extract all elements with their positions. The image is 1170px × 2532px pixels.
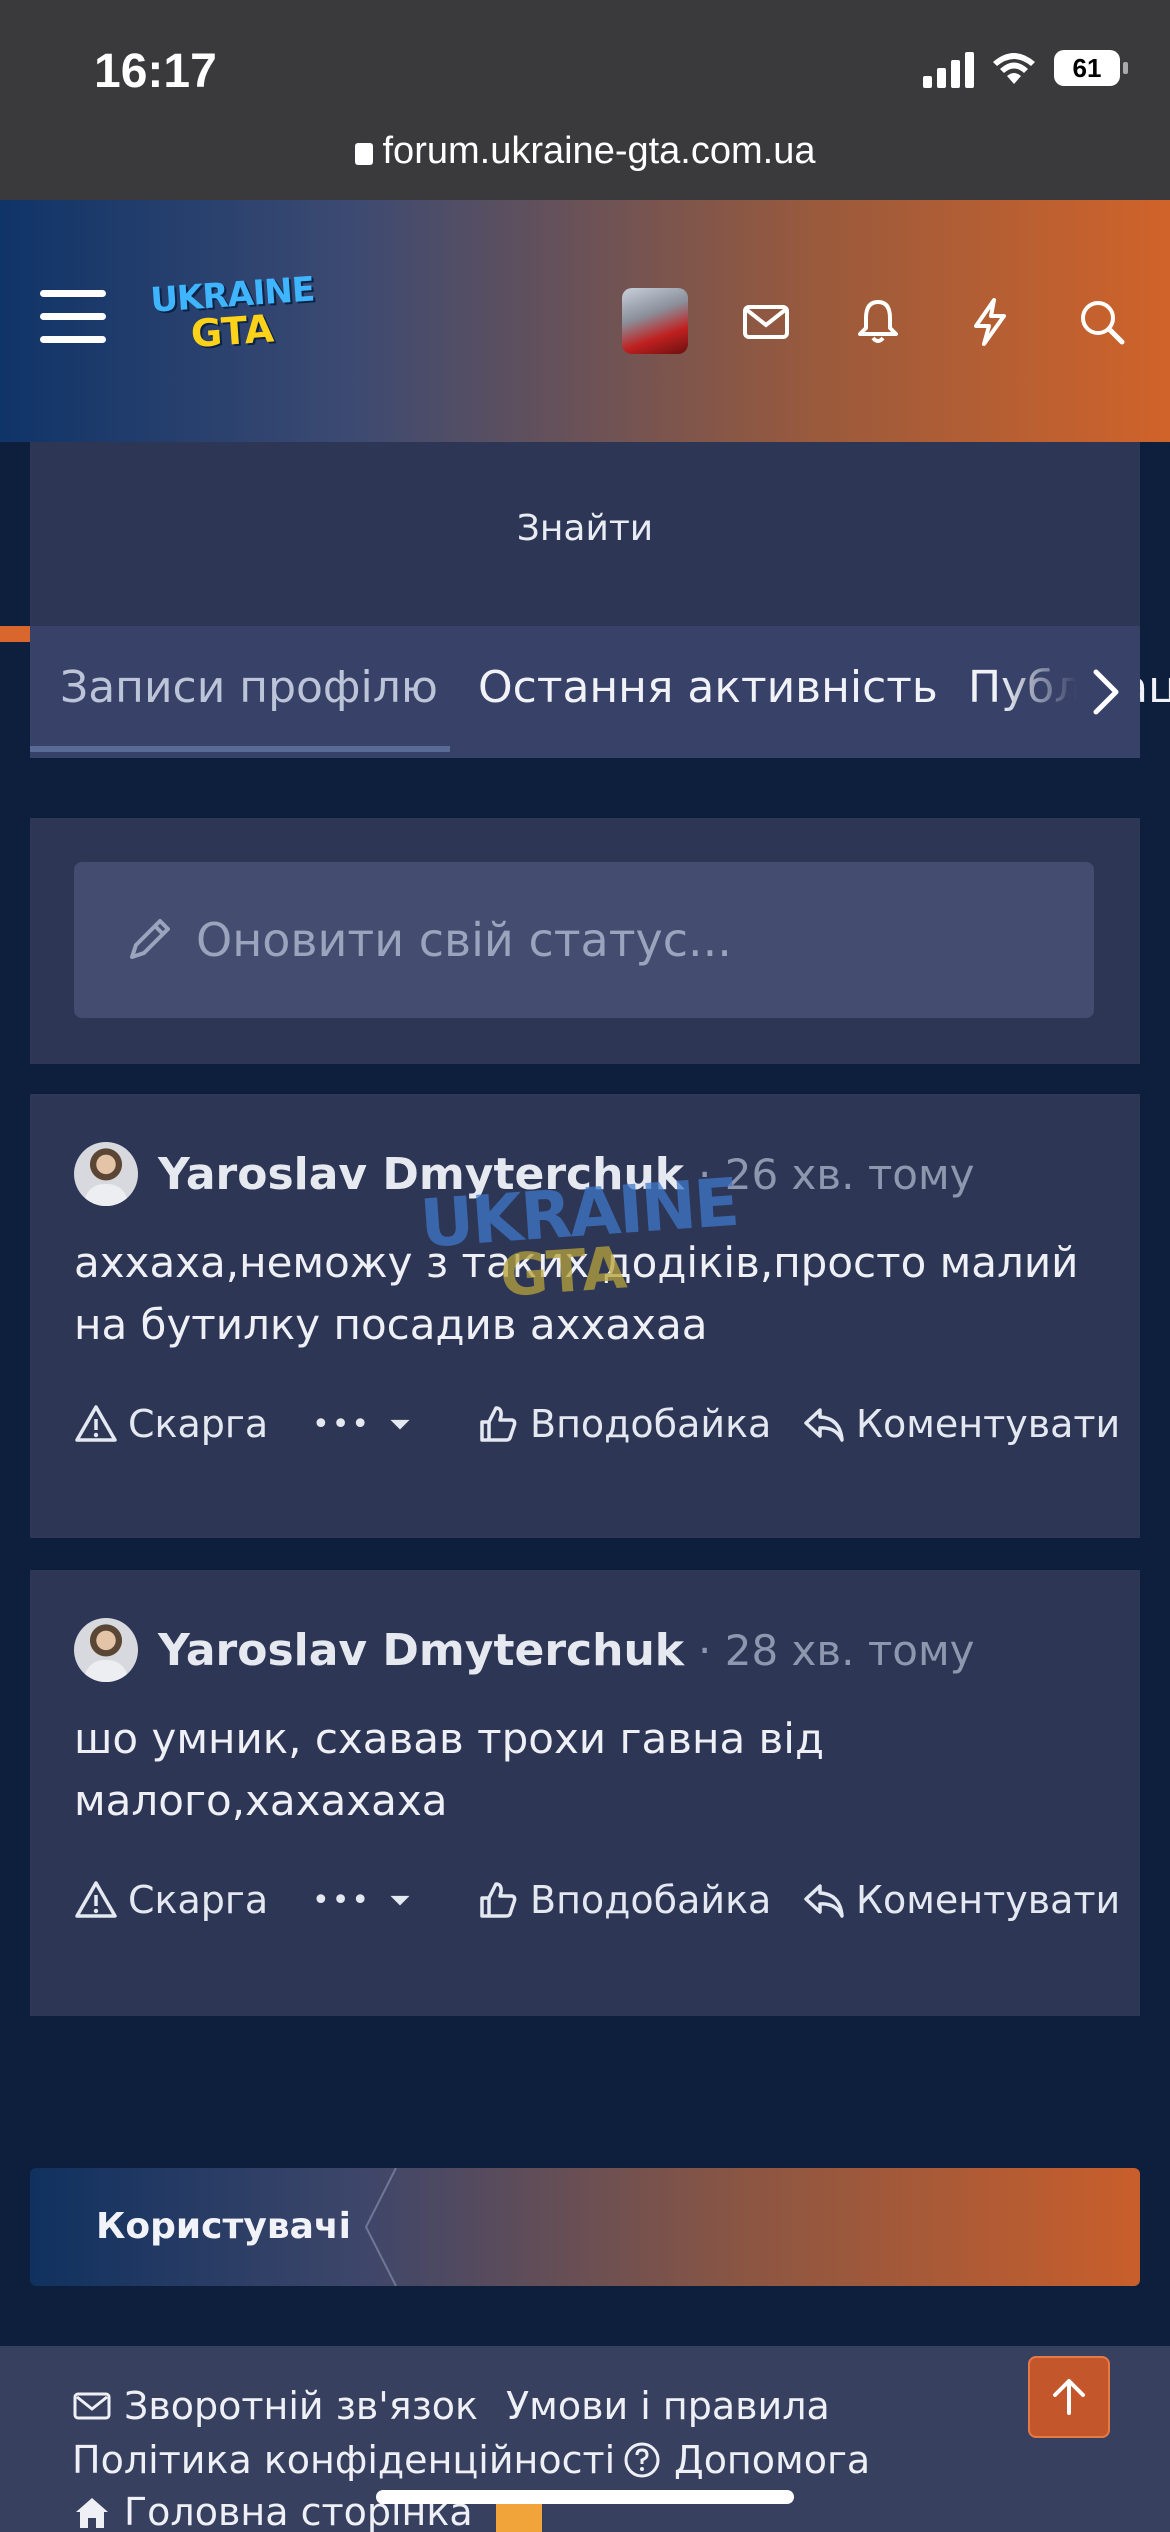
author-avatar[interactable] <box>74 1618 138 1682</box>
more-options-button[interactable]: ••• <box>312 1402 476 1446</box>
find-button[interactable]: Знайти <box>30 508 1140 549</box>
chevron-down-icon <box>390 1895 410 1906</box>
comment-button[interactable]: Коментувати <box>802 1878 1120 1922</box>
ios-status-bar: 16:17 61 forum.ukraine-gta.com.ua <box>0 0 1170 200</box>
report-button[interactable]: Скарга <box>74 1878 312 1922</box>
scroll-to-top-button[interactable] <box>1028 2356 1110 2438</box>
tab-latest-activity[interactable]: Остання активність <box>478 662 938 713</box>
post-timestamp[interactable]: · 28 хв. тому <box>698 1626 975 1675</box>
thumbs-up-icon <box>480 1406 517 1442</box>
reply-icon <box>804 1408 844 1442</box>
battery-indicator: 61 <box>1054 50 1128 86</box>
footer-privacy-link[interactable]: Політика конфіденційності <box>72 2438 615 2482</box>
forum-watermark-logo: UKRAINE GTA <box>417 1163 740 1310</box>
status-icons: 61 <box>923 48 1128 88</box>
footer-help-link[interactable]: Допомога <box>622 2438 870 2482</box>
mail-icon[interactable] <box>740 296 792 348</box>
like-button[interactable]: Вподобайка <box>476 1402 802 1446</box>
author-avatar[interactable] <box>74 1142 138 1206</box>
home-indicator[interactable] <box>376 2490 794 2504</box>
warning-icon <box>75 1881 117 1918</box>
thumbs-up-icon <box>480 1882 517 1918</box>
post-author[interactable]: Yaroslav Dmyterchuk <box>158 1625 684 1676</box>
breadcrumb-divider <box>364 2168 397 2286</box>
help-icon <box>624 2442 660 2478</box>
status-update-card: Оновити свій статус... <box>30 818 1140 1064</box>
logo-text-bottom: GTA <box>189 306 276 357</box>
footer-terms-link[interactable]: Умови і правила <box>506 2384 830 2428</box>
lock-icon <box>354 143 373 165</box>
url-text: forum.ukraine-gta.com.ua <box>382 130 816 172</box>
status-placeholder: Оновити свій статус... <box>196 913 732 967</box>
site-logo[interactable]: UKRAINE GTA <box>149 269 320 363</box>
browser-url-bar[interactable]: forum.ukraine-gta.com.ua <box>0 130 1170 173</box>
home-icon <box>76 2498 108 2528</box>
footer-contact-link[interactable]: Зворотній зв'язок <box>72 2384 478 2428</box>
users-section-header[interactable]: Користувачі <box>30 2168 1140 2286</box>
mail-icon <box>73 2392 111 2420</box>
profile-search-panel: Знайти <box>30 442 1140 626</box>
reply-icon <box>804 1884 844 1918</box>
active-tab-indicator <box>30 746 450 752</box>
comment-button[interactable]: Коментувати <box>802 1402 1120 1446</box>
tab-profile-posts[interactable]: Записи профілю <box>60 662 438 713</box>
site-header: UKRAINE GTA <box>0 200 1170 642</box>
menu-icon[interactable] <box>40 290 106 359</box>
arrow-up-icon <box>1053 2379 1085 2415</box>
chevron-down-icon <box>390 1419 410 1430</box>
wifi-icon <box>993 53 1035 84</box>
like-button[interactable]: Вподобайка <box>476 1878 802 1922</box>
bell-icon[interactable] <box>852 296 904 348</box>
more-options-button[interactable]: ••• <box>312 1878 476 1922</box>
post-text: шо умник, схавав трохи гавна від малого,… <box>74 1714 825 1825</box>
profile-tabs: Записи профілю Остання активність Публік… <box>30 626 1170 758</box>
chevron-right-icon[interactable] <box>1086 666 1126 718</box>
report-button[interactable]: Скарга <box>74 1402 312 1446</box>
cellular-signal-icon <box>923 48 974 88</box>
lightning-icon[interactable] <box>964 296 1016 348</box>
profile-post: Yaroslav Dmyterchuk · 28 хв. тому шо умн… <box>30 1570 1140 2016</box>
warning-icon <box>75 1405 117 1442</box>
search-icon[interactable] <box>1076 296 1128 348</box>
user-avatar[interactable] <box>622 288 688 354</box>
pencil-icon <box>130 919 170 959</box>
status-time: 16:17 <box>94 45 217 98</box>
users-section-title: Користувачі <box>96 2206 351 2247</box>
site-footer: Зворотній зв'язок Умови і правила Політи… <box>0 2346 1170 2532</box>
status-update-input[interactable]: Оновити свій статус... <box>74 862 1094 1018</box>
